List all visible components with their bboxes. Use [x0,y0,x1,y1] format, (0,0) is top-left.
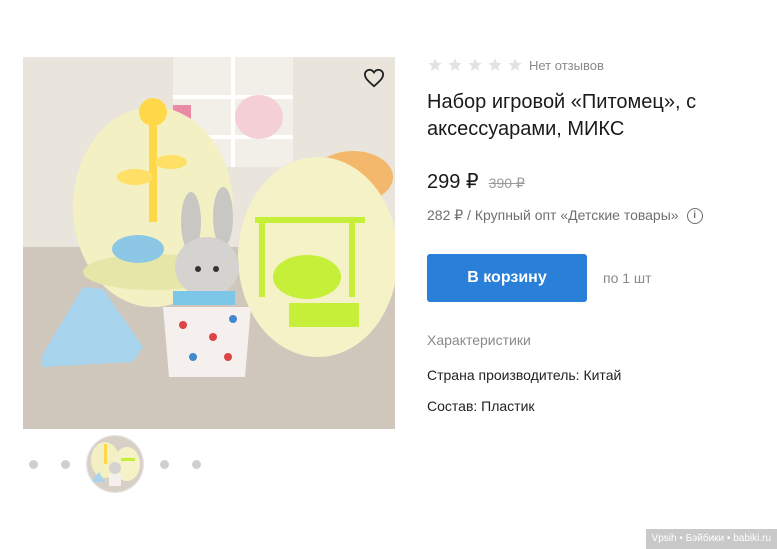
star-icon [468,58,482,71]
star-icon [508,58,522,71]
reviews-count[interactable]: Нет отзывов [529,58,604,73]
old-price: 390 ₽ [488,175,525,191]
thumbnail-active[interactable] [87,436,143,492]
star-icon [428,58,442,71]
specs-heading[interactable]: Характеристики [427,332,767,348]
thumbnail-dot[interactable] [61,460,70,469]
spec-country: Страна производитель: Китай [427,367,622,383]
cart-row: В корзину по 1 шт [427,254,767,302]
product-title: Набор игровой «Питомец», с аксессуарами,… [427,91,697,140]
heart-icon [363,68,385,88]
add-to-cart-button[interactable]: В корзину [427,254,587,302]
thumbnail-dot[interactable] [192,460,201,469]
thumbnail-dot[interactable] [29,460,38,469]
thumbnail-dot[interactable] [160,460,169,469]
thumbnail-strip [23,436,395,494]
rating: Нет отзывов [427,55,767,75]
favorite-button[interactable] [361,65,387,91]
product-image[interactable] [23,57,395,429]
info-icon[interactable]: i [686,207,703,224]
star-icon [448,58,462,71]
price: 299 ₽ [427,171,479,193]
product-info: Нет отзывов Набор игровой «Питомец», с а… [427,55,767,414]
wholesale-text: 282 ₽ / Крупный опт «Детские товары» [427,207,679,223]
quantity-note: по 1 шт [603,270,652,286]
wholesale-price: 282 ₽ / Крупный опт «Детские товары» i [427,207,767,224]
spec-material: Состав: Пластик [427,398,535,414]
star-icon [488,58,502,71]
price-row: 299 ₽ 390 ₽ [427,169,767,194]
watermark: Vpsih • Бэйбики • babiki.ru [645,529,777,549]
